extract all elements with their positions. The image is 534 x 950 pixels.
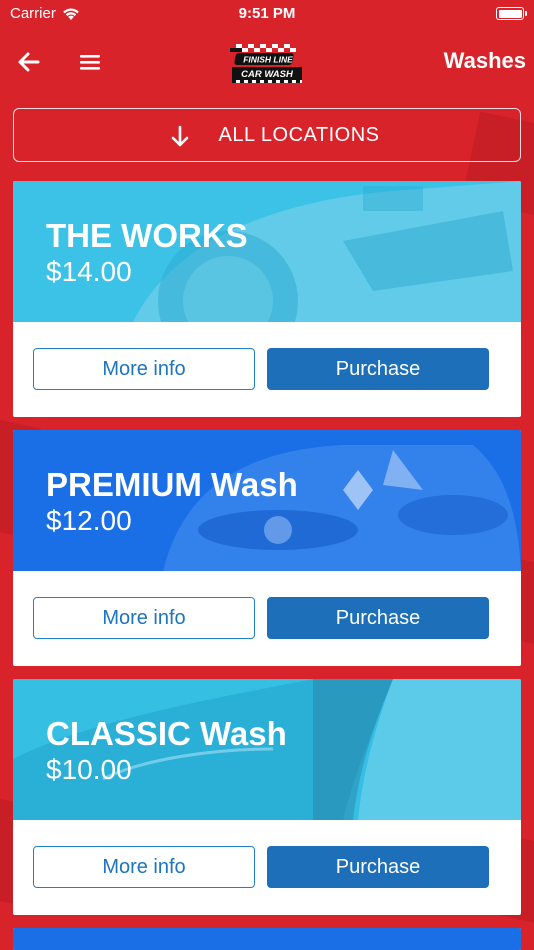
wash-price: $12.00: [46, 505, 132, 536]
all-locations-label: ALL LOCATIONS: [218, 123, 380, 146]
wash-hero-image: [13, 928, 521, 950]
wash-name: PREMIUM Wash: [46, 466, 298, 503]
nav-bar: FINISH LINE CAR WASH Washes: [0, 36, 534, 88]
battery-icon: [496, 7, 527, 20]
more-info-button[interactable]: More info: [33, 846, 255, 888]
back-arrow-icon[interactable]: [16, 49, 42, 75]
wash-price: $14.00: [46, 256, 132, 287]
wash-card: THE WORKS $14.00 More info Purchase: [13, 181, 521, 417]
clock: 9:51 PM: [238, 5, 296, 22]
wash-name: THE WORKS: [46, 217, 248, 254]
finish-line-car-wash-logo: FINISH LINE CAR WASH: [230, 44, 302, 83]
status-bar: Carrier 9:51 PM: [0, 0, 534, 28]
all-locations-button[interactable]: ALL LOCATIONS: [13, 108, 521, 162]
wash-hero-image: PREMIUM Wash $12.00: [13, 430, 521, 571]
wash-price: $10.00: [46, 754, 132, 785]
wash-card: PREMIUM Wash $12.00 More info Purchase: [13, 430, 521, 666]
hamburger-menu-icon[interactable]: [78, 49, 102, 75]
more-info-button[interactable]: More info: [33, 597, 255, 639]
svg-text:FINISH LINE: FINISH LINE: [243, 55, 293, 65]
purchase-button[interactable]: Purchase: [267, 846, 489, 888]
purchase-button[interactable]: Purchase: [267, 597, 489, 639]
wash-name: CLASSIC Wash: [46, 715, 287, 752]
svg-text:CAR WASH: CAR WASH: [241, 69, 294, 80]
wash-hero-image: THE WORKS $14.00: [13, 181, 521, 322]
wash-card-partial: [13, 928, 521, 950]
wash-hero-image: CLASSIC Wash $10.00: [13, 679, 521, 820]
purchase-button[interactable]: Purchase: [267, 348, 489, 390]
page-title: Washes: [443, 48, 526, 73]
more-info-button[interactable]: More info: [33, 348, 255, 390]
wash-card: CLASSIC Wash $10.00 More info Purchase: [13, 679, 521, 915]
